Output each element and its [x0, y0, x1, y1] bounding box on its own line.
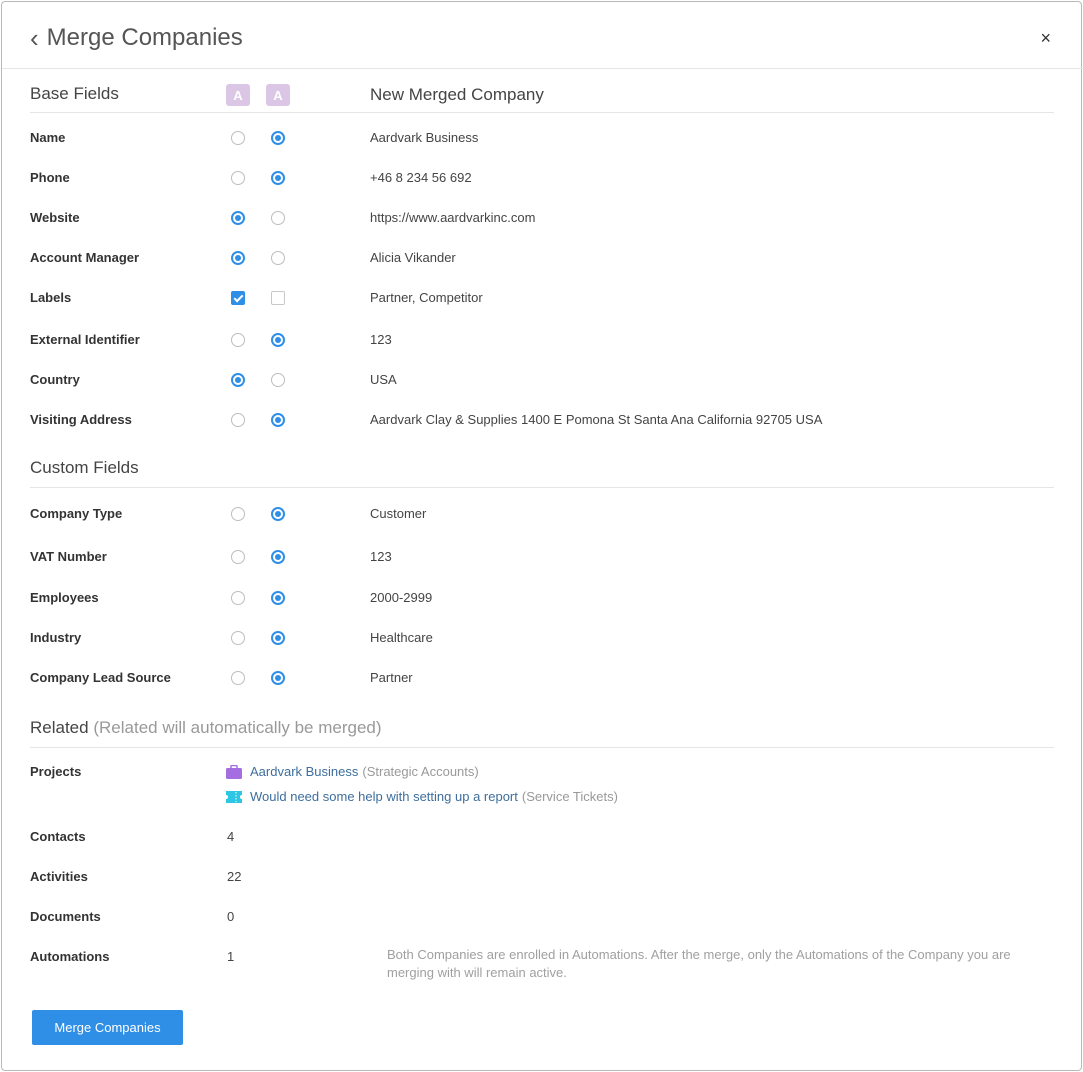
- related-title: Related (Related will automatically be m…: [30, 718, 382, 738]
- custom-fields-divider: [30, 487, 1054, 488]
- field-label: Visiting Address: [30, 412, 132, 427]
- radio-company-b[interactable]: [271, 591, 285, 605]
- radio-company-a[interactable]: [231, 631, 245, 645]
- radio-company-b[interactable]: [271, 373, 285, 387]
- radio-company-b[interactable]: [271, 631, 285, 645]
- related-count: 0: [227, 909, 235, 924]
- merged-value: Alicia Vikander: [370, 250, 456, 265]
- project-link[interactable]: Would need some help with setting up a r…: [250, 789, 518, 804]
- dialog-header: ‹ Merge Companies: [30, 24, 243, 52]
- project-pipeline: (Strategic Accounts): [362, 764, 479, 779]
- radio-company-a[interactable]: [231, 507, 245, 521]
- field-label: Phone: [30, 170, 70, 185]
- radio-company-a[interactable]: [231, 591, 245, 605]
- merged-value: Customer: [370, 506, 427, 521]
- field-label: External Identifier: [30, 332, 140, 347]
- related-count: 1: [227, 949, 235, 964]
- ticket-icon: [226, 790, 242, 803]
- related-divider: [30, 747, 1054, 748]
- merged-value: Aardvark Business: [370, 130, 479, 145]
- related-label: Contacts: [30, 829, 86, 844]
- radio-company-a[interactable]: [231, 373, 245, 387]
- company-b-avatar: A: [266, 84, 290, 106]
- company-a-avatar: A: [226, 84, 250, 106]
- checkbox-company-b[interactable]: [271, 291, 285, 305]
- related-heading: Related: [30, 718, 89, 737]
- field-label: VAT Number: [30, 549, 107, 564]
- project-item: Would need some help with setting up a r…: [226, 789, 618, 804]
- checkbox-company-a[interactable]: [231, 291, 245, 305]
- merged-value: USA: [370, 372, 397, 387]
- radio-company-b[interactable]: [271, 333, 285, 347]
- radio-company-b[interactable]: [271, 251, 285, 265]
- merged-value: https://www.aardvarkinc.com: [370, 210, 536, 225]
- radio-company-a[interactable]: [231, 251, 245, 265]
- merged-value: 2000-2999: [370, 590, 433, 605]
- radio-company-a[interactable]: [231, 131, 245, 145]
- related-label: Documents: [30, 909, 101, 924]
- radio-company-b[interactable]: [271, 507, 285, 521]
- header-divider: [2, 68, 1083, 69]
- project-pipeline: (Service Tickets): [521, 789, 618, 804]
- field-label: Name: [30, 130, 66, 145]
- merged-value: Healthcare: [370, 630, 433, 645]
- related-count: 22: [227, 869, 242, 884]
- merged-value: Partner, Competitor: [370, 290, 483, 305]
- field-label: Company Lead Source: [30, 670, 171, 685]
- merged-value: Partner: [370, 670, 413, 685]
- radio-company-b[interactable]: [271, 211, 285, 225]
- radio-company-b[interactable]: [271, 171, 285, 185]
- chevron-left-icon[interactable]: ‹: [30, 25, 39, 51]
- field-label: Labels: [30, 290, 72, 305]
- projects-label: Projects: [30, 764, 82, 779]
- automation-note: Both Companies are enrolled in Automatio…: [387, 947, 1011, 980]
- related-label: Automations: [30, 949, 110, 964]
- related-count: 4: [227, 829, 235, 844]
- radio-company-b[interactable]: [271, 671, 285, 685]
- radio-company-a[interactable]: [231, 211, 245, 225]
- base-fields-divider: [30, 112, 1054, 113]
- dialog-title: Merge Companies: [46, 24, 243, 51]
- field-label: Website: [30, 210, 80, 225]
- related-subtitle: (Related will automatically be merged): [93, 718, 382, 737]
- merged-value: Aardvark Clay & Supplies 1400 E Pomona S…: [370, 412, 823, 427]
- field-label: Company Type: [30, 506, 123, 521]
- close-icon[interactable]: ×: [1040, 28, 1051, 49]
- radio-company-a[interactable]: [231, 671, 245, 685]
- new-merged-company-title: New Merged Company: [370, 85, 544, 104]
- radio-company-a[interactable]: [231, 550, 245, 564]
- radio-company-b[interactable]: [271, 413, 285, 427]
- project-item: Aardvark Business (Strategic Accounts): [226, 764, 479, 779]
- merge-companies-dialog: ‹ Merge Companies × Base Fields A A New …: [1, 1, 1083, 1071]
- field-label: Country: [30, 372, 80, 387]
- project-link[interactable]: Aardvark Business: [250, 764, 358, 779]
- merged-value: 123: [370, 549, 392, 564]
- field-label: Industry: [30, 630, 82, 645]
- radio-company-a[interactable]: [231, 413, 245, 427]
- radio-company-b[interactable]: [271, 550, 285, 564]
- related-label: Activities: [30, 869, 88, 884]
- field-label: Employees: [30, 590, 99, 605]
- radio-company-b[interactable]: [271, 131, 285, 145]
- radio-company-a[interactable]: [231, 333, 245, 347]
- briefcase-icon: [226, 764, 242, 779]
- custom-fields-title: Custom Fields: [30, 458, 139, 477]
- radio-company-a[interactable]: [231, 171, 245, 185]
- merge-companies-button[interactable]: Merge Companies: [32, 1010, 183, 1045]
- base-fields-title: Base Fields: [30, 84, 119, 103]
- field-label: Account Manager: [30, 250, 140, 265]
- merged-value: +46 8 234 56 692: [370, 170, 472, 185]
- merged-value: 123: [370, 332, 392, 347]
